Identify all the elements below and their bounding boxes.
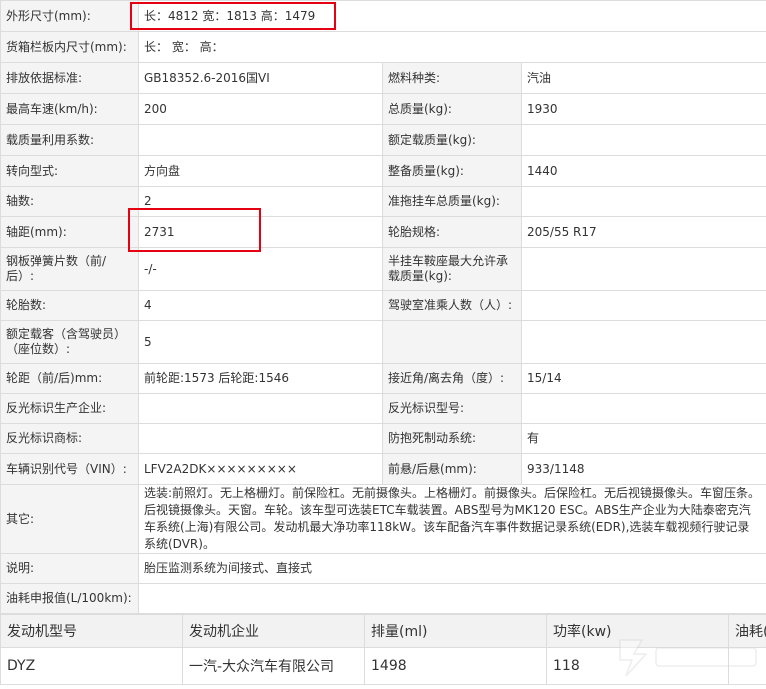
spec-row-other: 其它: 选装:前照灯。无上格栅灯。前保险杠。无前摄像头。上格栅灯。前摄像头。后保… <box>0 484 766 554</box>
engine-header-cell: 排量(ml) <box>364 614 547 648</box>
spec-value <box>138 124 383 156</box>
spec-row-notes: 说明: 胎压监测系统为间接式、直接式 <box>0 553 766 584</box>
spec-label: 轮胎规格: <box>382 216 522 248</box>
spec-row: 载质量利用系数: 额定载质量(kg): <box>0 124 766 156</box>
spec-value: 胎压监测系统为间接式、直接式 <box>138 553 766 584</box>
spec-value <box>521 124 766 156</box>
spec-row-fuel: 油耗申报值(L/100km): <box>0 583 766 614</box>
spec-row-cargo-box: 货箱栏板内尺寸(mm): 长： 宽： 高： <box>0 31 766 63</box>
spec-value <box>521 247 766 291</box>
spec-value: -/- <box>138 247 383 291</box>
spec-value: 933/1148 <box>521 453 766 485</box>
spec-value: 长：4812 宽：1813 高：1479 <box>138 0 766 32</box>
spec-label: 轴距(mm): <box>0 216 139 248</box>
spec-row-wheelbase: 轴距(mm): 2731 轮胎规格: 205/55 R17 <box>0 216 766 248</box>
spec-label <box>382 320 522 364</box>
spec-label: 防抱死制动系统: <box>382 423 522 454</box>
spec-label: 半挂车鞍座最大允许承载质量(kg): <box>382 247 522 291</box>
spec-label: 额定载客（含驾驶员）（座位数）: <box>0 320 139 364</box>
spec-value: GB18352.6-2016国VI <box>138 62 383 94</box>
spec-value: 200 <box>138 93 383 125</box>
engine-cell <box>728 647 766 685</box>
spec-value <box>521 186 766 217</box>
spec-label: 前悬/后悬(mm): <box>382 453 522 485</box>
engine-table: 发动机型号 发动机企业 排量(ml) 功率(kw) 油耗(L DYZ 一汽-大众… <box>0 614 766 685</box>
spec-value: LFV2A2DK××××××××× <box>138 453 383 485</box>
spec-label: 准拖挂车总质量(kg): <box>382 186 522 217</box>
spec-label: 其它: <box>0 484 139 554</box>
spec-label: 钢板弹簧片数（前/后）: <box>0 247 139 291</box>
spec-value <box>138 583 766 614</box>
spec-label: 反光标识生产企业: <box>0 393 139 424</box>
spec-label: 额定载质量(kg): <box>382 124 522 156</box>
spec-label: 转向型式: <box>0 155 139 187</box>
spec-value: 汽油 <box>521 62 766 94</box>
spec-row-dimensions: 外形尺寸(mm): 长：4812 宽：1813 高：1479 <box>0 0 766 32</box>
spec-row-vin: 车辆识别代号（VIN）: LFV2A2DK××××××××× 前悬/后悬(mm)… <box>0 453 766 485</box>
engine-header-cell: 功率(kw) <box>546 614 729 648</box>
spec-row: 反光标识商标: 防抱死制动系统: 有 <box>0 423 766 454</box>
spec-row: 轴数: 2 准拖挂车总质量(kg): <box>0 186 766 217</box>
spec-row: 排放依据标准: GB18352.6-2016国VI 燃料种类: 汽油 <box>0 62 766 94</box>
spec-value: 205/55 R17 <box>521 216 766 248</box>
spec-value <box>521 290 766 321</box>
vehicle-spec-table: 外形尺寸(mm): 长：4812 宽：1813 高：1479 货箱栏板内尺寸(m… <box>0 0 766 614</box>
spec-row: 钢板弹簧片数（前/后）: -/- 半挂车鞍座最大允许承载质量(kg): <box>0 247 766 291</box>
spec-row: 最高车速(km/h): 200 总质量(kg): 1930 <box>0 93 766 125</box>
spec-label: 总质量(kg): <box>382 93 522 125</box>
spec-value: 1440 <box>521 155 766 187</box>
spec-row: 转向型式: 方向盘 整备质量(kg): 1440 <box>0 155 766 187</box>
spec-value: 15/14 <box>521 363 766 394</box>
spec-label: 外形尺寸(mm): <box>0 0 139 32</box>
spec-value: 有 <box>521 423 766 454</box>
spec-value: 2731 <box>138 216 383 248</box>
engine-cell: 118 <box>546 647 729 685</box>
engine-cell: 一汽-大众汽车有限公司 <box>182 647 365 685</box>
spec-label: 排放依据标准: <box>0 62 139 94</box>
spec-label: 反光标识型号: <box>382 393 522 424</box>
spec-value: 1930 <box>521 93 766 125</box>
spec-label: 车辆识别代号（VIN）: <box>0 453 139 485</box>
spec-label: 轮胎数: <box>0 290 139 321</box>
spec-label: 载质量利用系数: <box>0 124 139 156</box>
engine-data-row: DYZ 一汽-大众汽车有限公司 1498 118 <box>0 647 766 685</box>
spec-value-other: 选装:前照灯。无上格栅灯。前保险杠。无前摄像头。上格栅灯。前摄像头。后保险杠。无… <box>138 484 766 554</box>
engine-header-row: 发动机型号 发动机企业 排量(ml) 功率(kw) 油耗(L <box>0 614 766 648</box>
spec-label: 轮距（前/后)mm: <box>0 363 139 394</box>
engine-header-cell: 油耗(L <box>728 614 766 648</box>
spec-label: 接近角/离去角（度）: <box>382 363 522 394</box>
engine-cell: 1498 <box>364 647 547 685</box>
spec-label: 驾驶室准乘人数（人）: <box>382 290 522 321</box>
spec-value: 长： 宽： 高： <box>138 31 766 63</box>
spec-value: 前轮距:1573 后轮距:1546 <box>138 363 383 394</box>
spec-value: 2 <box>138 186 383 217</box>
engine-header-cell: 发动机企业 <box>182 614 365 648</box>
spec-value: 方向盘 <box>138 155 383 187</box>
spec-row: 额定载客（含驾驶员）（座位数）: 5 <box>0 320 766 364</box>
spec-label: 轴数: <box>0 186 139 217</box>
spec-row: 反光标识生产企业: 反光标识型号: <box>0 393 766 424</box>
spec-label: 油耗申报值(L/100km): <box>0 583 139 614</box>
spec-label: 反光标识商标: <box>0 423 139 454</box>
spec-value <box>521 320 766 364</box>
spec-value <box>138 393 383 424</box>
spec-label: 最高车速(km/h): <box>0 93 139 125</box>
spec-label: 整备质量(kg): <box>382 155 522 187</box>
spec-row: 轮胎数: 4 驾驶室准乘人数（人）: <box>0 290 766 321</box>
spec-label: 货箱栏板内尺寸(mm): <box>0 31 139 63</box>
engine-cell: DYZ <box>0 647 183 685</box>
spec-label: 说明: <box>0 553 139 584</box>
spec-value <box>138 423 383 454</box>
spec-row: 轮距（前/后)mm: 前轮距:1573 后轮距:1546 接近角/离去角（度）:… <box>0 363 766 394</box>
spec-value: 5 <box>138 320 383 364</box>
spec-value: 4 <box>138 290 383 321</box>
spec-label: 燃料种类: <box>382 62 522 94</box>
engine-header-cell: 发动机型号 <box>0 614 183 648</box>
spec-value <box>521 393 766 424</box>
